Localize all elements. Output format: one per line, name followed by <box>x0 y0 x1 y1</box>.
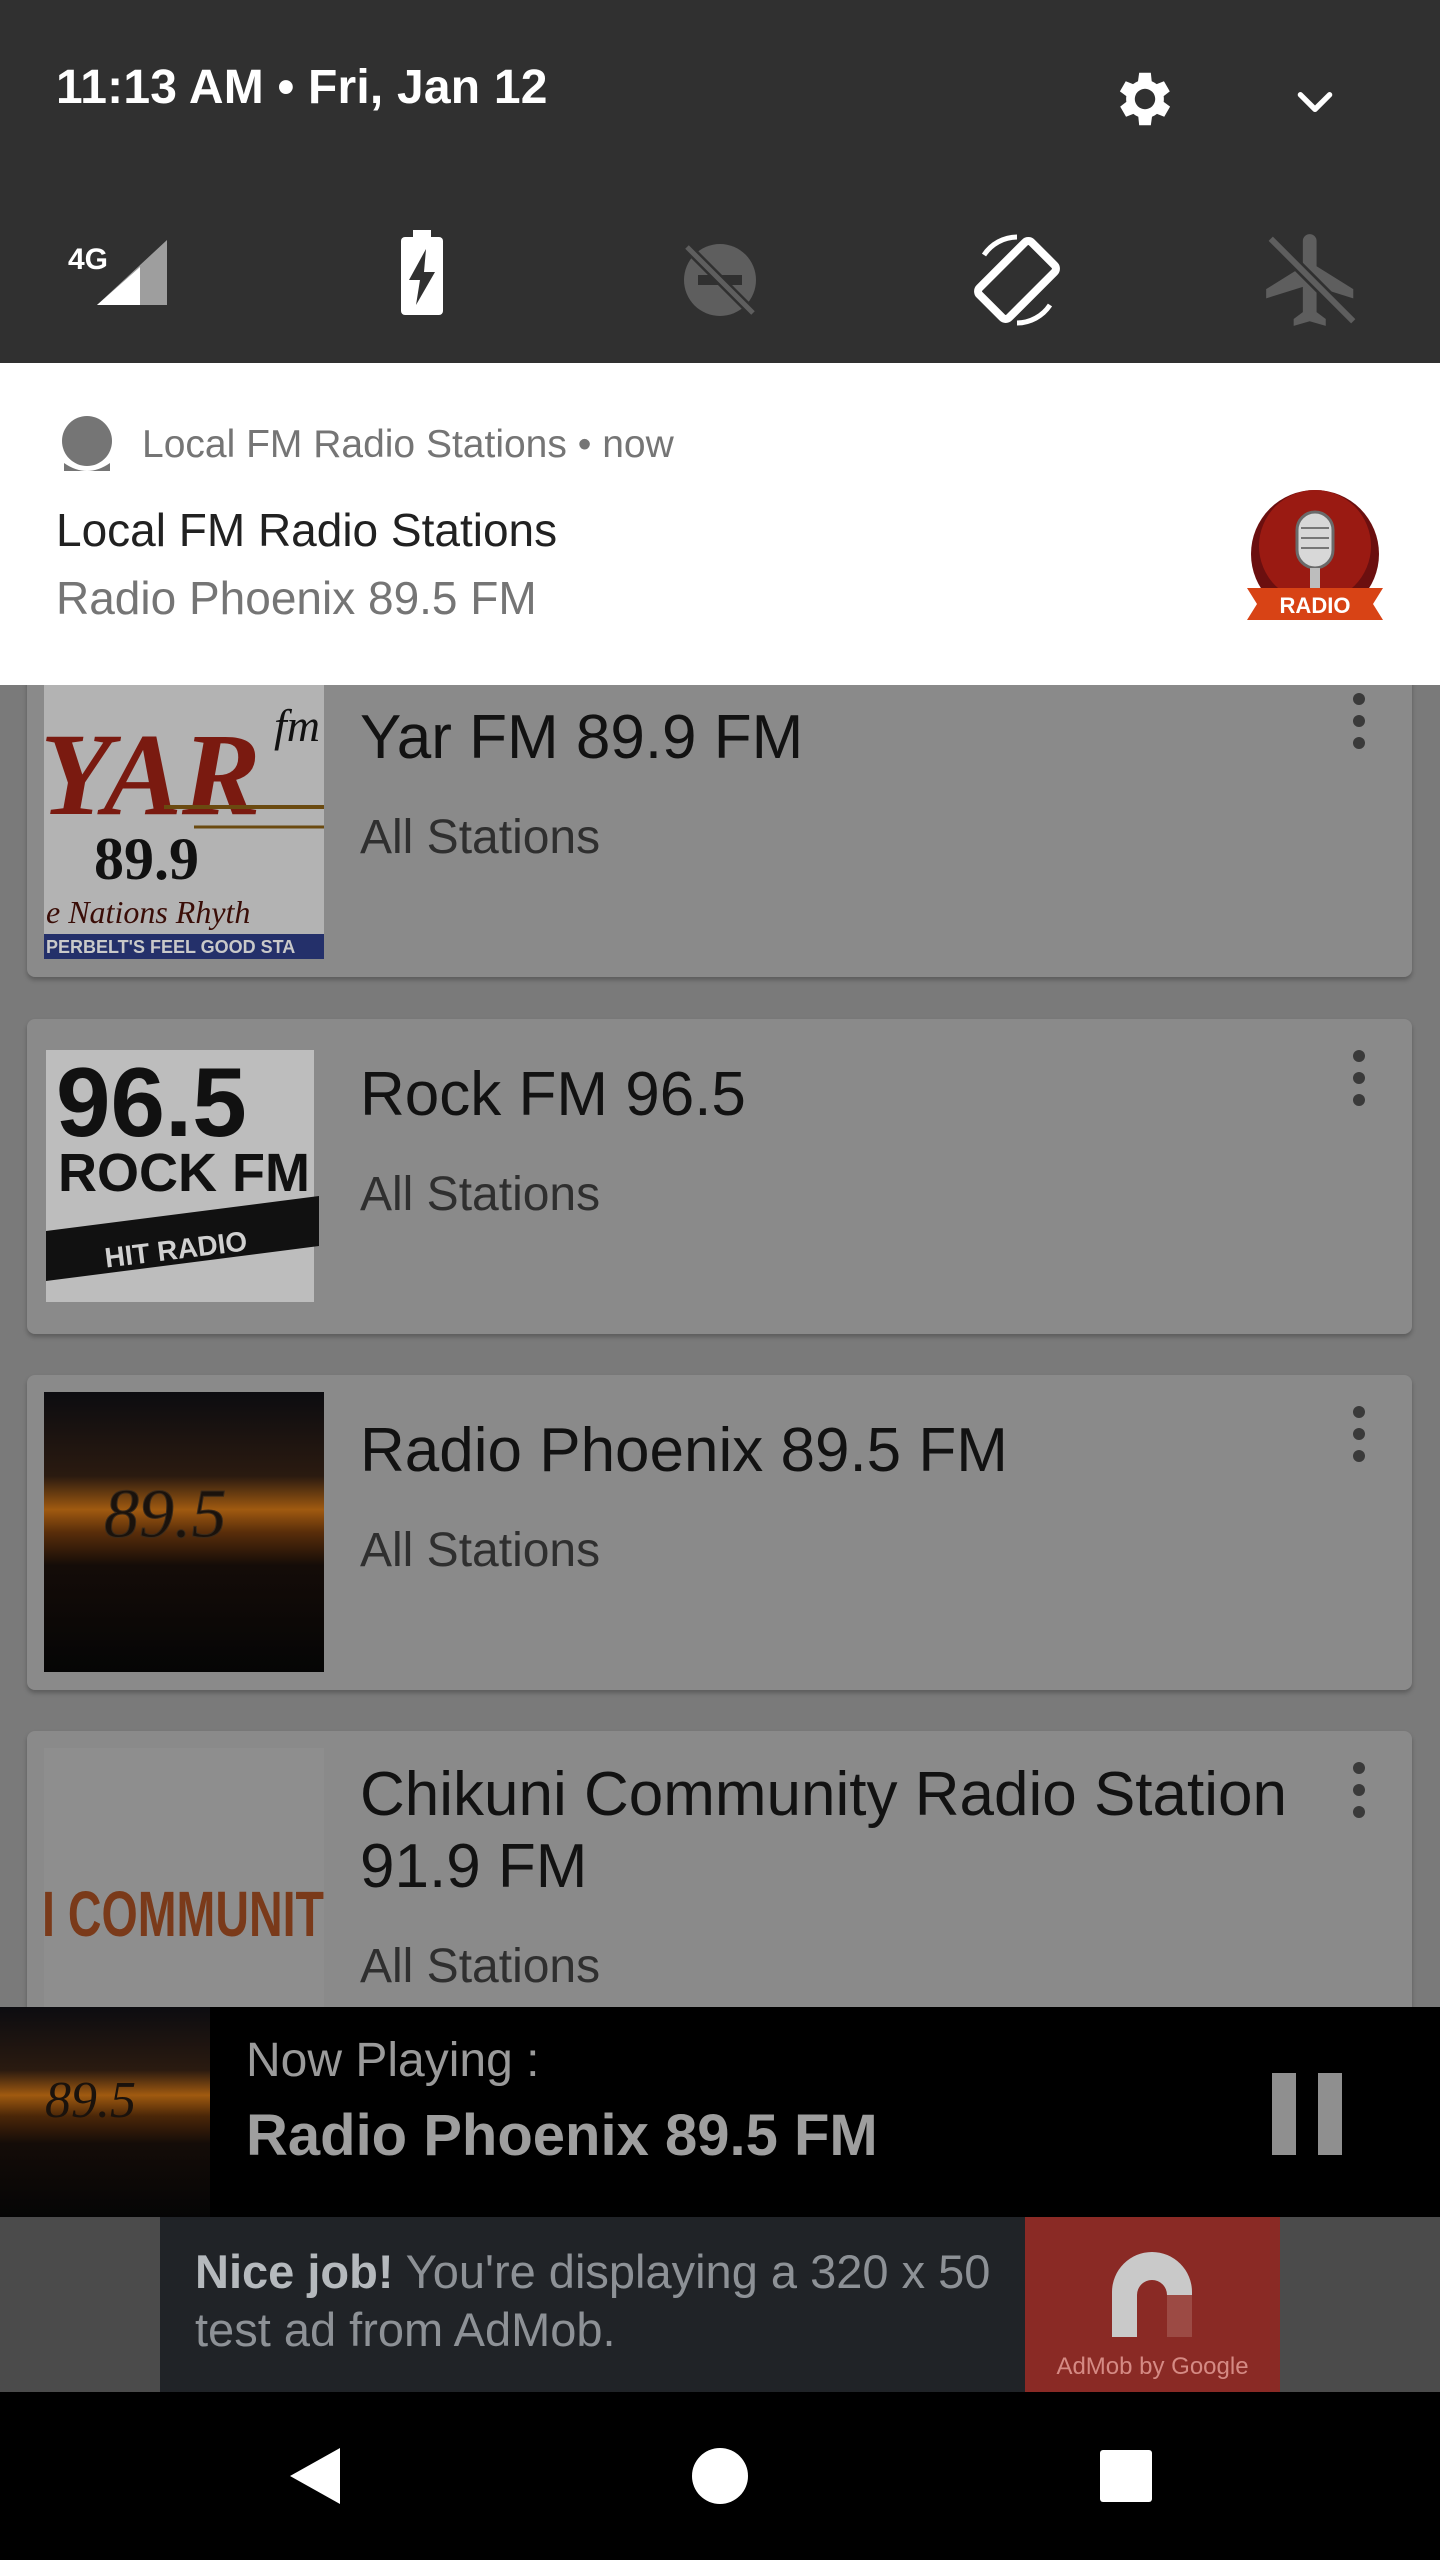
svg-text:PERBELT'S FEEL GOOD STA: PERBELT'S FEEL GOOD STA <box>46 937 295 957</box>
pause-icon[interactable] <box>1270 2073 1344 2155</box>
station-category: All Stations <box>360 1168 601 1221</box>
now-playing-title: Radio Phoenix 89.5 FM <box>246 2103 878 2168</box>
station-list[interactable]: YAR fm 89.9 e Nations Rhyth PERBELT'S FE… <box>0 685 1440 2007</box>
station-logo: 89.5 <box>44 1392 324 1672</box>
media-notification[interactable]: Local FM Radio Stations • now Local FM R… <box>0 363 1440 685</box>
signal-icon: 4G <box>68 240 167 305</box>
svg-text:89.5: 89.5 <box>104 1476 227 1553</box>
station-category: All Stations <box>360 1524 601 1577</box>
svg-text:I COMMUNIT: I COMMUNIT <box>44 1878 324 1950</box>
station-name: Rock FM 96.5 <box>360 1060 746 1129</box>
test-ad-banner[interactable]: Nice job! You're displaying a 320 x 50 t… <box>160 2217 1280 2392</box>
battery-charging-icon <box>401 230 443 315</box>
station-logo: 96.5 ROCK FM HIT RADIO <box>44 1036 324 1316</box>
auto-rotate-tile[interactable] <box>962 225 1072 335</box>
airplane-tile[interactable] <box>1257 225 1367 335</box>
now-playing-bar[interactable]: 89.5 Now Playing : Radio Phoenix 89.5 FM <box>0 2007 1440 2217</box>
svg-text:e Nations Rhyth: e Nations Rhyth <box>46 894 250 930</box>
battery-tile[interactable] <box>367 225 477 335</box>
ad-bold-text: Nice job! <box>195 2245 394 2298</box>
ad-area: Nice job! You're displaying a 320 x 50 t… <box>0 2217 1440 2392</box>
signal-tile[interactable]: 4G <box>62 225 172 335</box>
admob-brand-panel: AdMob by Google <box>1025 2217 1280 2392</box>
station-category: All Stations <box>360 811 601 864</box>
do-not-disturb-off-icon <box>683 243 757 317</box>
shade-datetime: 11:13 AM • Fri, Jan 12 <box>56 61 548 114</box>
now-playing-label: Now Playing : <box>246 2034 540 2087</box>
app-small-icon <box>62 416 112 471</box>
now-playing-artwork: 89.5 <box>0 2007 210 2217</box>
station-category: All Stations <box>360 1940 601 1993</box>
station-card[interactable]: 89.5 Radio Phoenix 89.5 FM All Stations <box>27 1375 1412 1690</box>
more-vert-icon[interactable] <box>1329 1400 1389 1470</box>
svg-text:ROCK FM: ROCK FM <box>58 1143 310 1203</box>
svg-text:89.5: 89.5 <box>45 2072 136 2129</box>
svg-text:YAR: YAR <box>44 709 261 840</box>
gear-icon[interactable] <box>1110 64 1180 134</box>
more-vert-icon[interactable] <box>1329 1756 1389 1826</box>
network-label: 4G <box>68 243 108 276</box>
svg-text:89.9: 89.9 <box>94 826 199 892</box>
station-card[interactable]: YAR fm 89.9 e Nations Rhyth PERBELT'S FE… <box>27 685 1412 977</box>
svg-text:fm: fm <box>274 700 320 751</box>
admob-brand-text: AdMob by Google <box>1056 2353 1249 2380</box>
station-name: Radio Phoenix 89.5 FM <box>360 1416 1008 1485</box>
svg-text:96.5: 96.5 <box>56 1047 247 1157</box>
ad-text: Nice job! You're displaying a 320 x 50 t… <box>195 2243 1015 2359</box>
station-card[interactable]: 96.5 ROCK FM HIT RADIO Rock FM 96.5 All … <box>27 1019 1412 1334</box>
station-logo: YAR fm 89.9 e Nations Rhyth PERBELT'S FE… <box>44 685 324 959</box>
admob-logo-icon <box>1112 2252 1192 2337</box>
home-icon[interactable] <box>684 2440 756 2512</box>
station-name: Yar FM 89.9 FM <box>360 703 804 772</box>
notification-title: Local FM Radio Stations <box>56 504 558 556</box>
notification-header: Local FM Radio Stations • now <box>142 423 674 466</box>
chevron-down-icon[interactable] <box>1290 76 1340 126</box>
notification-app-name: Local FM Radio Stations <box>142 423 567 466</box>
auto-rotate-icon <box>974 234 1060 326</box>
more-vert-icon[interactable] <box>1329 1044 1389 1114</box>
microphone-icon: RADIO <box>1247 490 1383 620</box>
recents-icon[interactable] <box>1090 2440 1162 2512</box>
notification-time: now <box>602 423 674 466</box>
back-icon[interactable] <box>278 2440 350 2512</box>
airplane-mode-icon <box>1266 234 1358 326</box>
quick-settings-panel: 11:13 AM • Fri, Jan 12 4G <box>0 0 1440 363</box>
notification-text: Radio Phoenix 89.5 FM <box>56 572 537 624</box>
more-vert-icon[interactable] <box>1329 687 1389 757</box>
system-navigation-bar <box>0 2392 1440 2560</box>
station-card[interactable]: I COMMUNIT Chikuni Community Radio Stati… <box>27 1731 1412 2007</box>
radio-badge-label: RADIO <box>1280 593 1351 618</box>
station-name: Chikuni Community Radio Station 91.9 FM <box>360 1760 1287 1901</box>
station-logo: I COMMUNIT <box>44 1748 324 2007</box>
dnd-tile[interactable] <box>665 225 775 335</box>
